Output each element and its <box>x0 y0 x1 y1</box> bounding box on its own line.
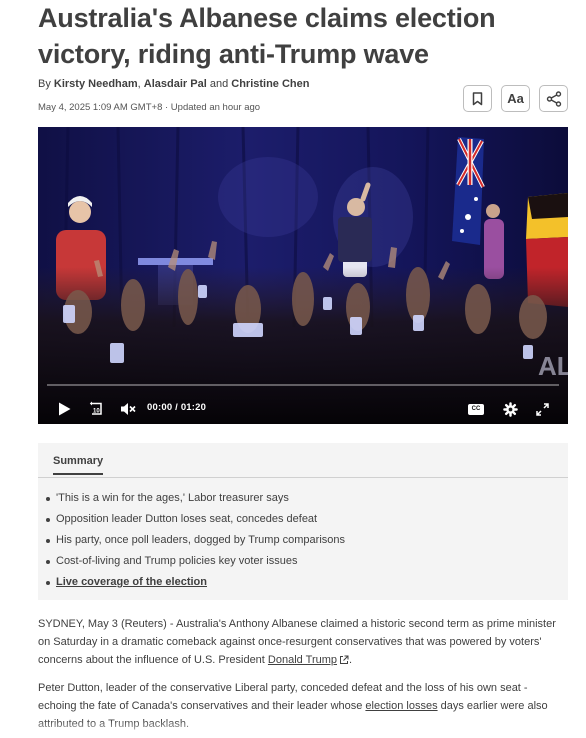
article-headline: Australia's Albanese claims election vic… <box>38 3 496 69</box>
bullet-icon <box>46 559 50 564</box>
summary-item-text: His party, once poll leaders, dogged by … <box>56 534 345 546</box>
video-progress-bar[interactable] <box>47 384 559 386</box>
replay-10-icon: 10 <box>89 401 102 415</box>
video-controls: 10 00:00 / 01:20 CC <box>38 397 568 421</box>
summary-item-text: Opposition leader Dutton loses seat, con… <box>56 513 318 525</box>
summary-divider <box>38 477 568 478</box>
scroll-fade <box>0 720 586 738</box>
video-timecode: 00:00 / 01:20 <box>147 402 207 413</box>
author-link-1[interactable]: Kirsty Needham <box>54 78 138 90</box>
article-paragraph-1: SYDNEY, May 3 (Reuters) - Australia's An… <box>38 615 568 669</box>
video-frame-image: ALE <box>38 127 568 424</box>
article-dateline: May 4, 2025 1:09 AM GMT+8 · Updated an h… <box>38 102 261 113</box>
bullet-icon <box>46 538 50 543</box>
captions-icon: CC <box>468 403 484 415</box>
mute-button[interactable] <box>120 401 136 417</box>
summary-list: 'This is a win for the ages,' Labor trea… <box>46 488 345 593</box>
summary-item-text: 'This is a win for the ages,' Labor trea… <box>56 492 289 504</box>
election-losses-link[interactable]: election losses <box>365 700 437 712</box>
bullet-icon <box>46 580 50 585</box>
author-link-2[interactable]: Alasdair Pal <box>144 78 207 90</box>
captions-button[interactable]: CC <box>467 403 485 415</box>
author-link-3[interactable]: Christine Chen <box>231 78 309 90</box>
article-tools: Aa <box>463 85 568 112</box>
settings-button[interactable] <box>501 400 519 418</box>
summary-item-text: Cost-of-living and Trump policies key vo… <box>56 555 298 567</box>
share-button[interactable] <box>539 85 568 112</box>
share-icon <box>546 90 561 107</box>
play-button[interactable] <box>56 401 72 417</box>
summary-item-live-coverage[interactable]: Live coverage of the election <box>46 572 345 593</box>
text-size-button[interactable]: Aa <box>501 85 530 112</box>
replay-10-button[interactable]: 10 <box>88 400 106 418</box>
bookmark-button[interactable] <box>463 85 492 112</box>
live-coverage-link[interactable]: Live coverage of the election <box>56 572 207 593</box>
svg-text:10: 10 <box>93 409 100 415</box>
byline-prefix: By <box>38 78 54 90</box>
mute-icon <box>121 403 136 415</box>
captions-label: CC <box>471 406 481 412</box>
byline-and: and <box>206 78 232 90</box>
external-link-icon <box>340 655 349 665</box>
byline: By Kirsty Needham, Alasdair Pal and Chri… <box>38 78 309 90</box>
summary-item: Opposition leader Dutton loses seat, con… <box>46 509 345 530</box>
fullscreen-icon <box>535 402 549 416</box>
summary-item: 'This is a win for the ages,' Labor trea… <box>46 488 345 509</box>
donald-trump-link[interactable]: Donald Trump <box>268 654 337 666</box>
summary-box: Summary 'This is a win for the ages,' La… <box>38 443 568 600</box>
play-icon <box>58 402 70 416</box>
video-player[interactable]: ALE 10 00:00 / 01:20 <box>38 127 568 424</box>
summary-item: His party, once poll leaders, dogged by … <box>46 530 345 551</box>
settings-icon <box>502 401 518 417</box>
paragraph-1-end: . <box>349 654 353 666</box>
bookmark-icon <box>472 91 483 105</box>
summary-tab[interactable]: Summary <box>53 455 104 475</box>
summary-item: Cost-of-living and Trump policies key vo… <box>46 551 345 572</box>
fullscreen-button[interactable] <box>534 401 550 417</box>
svg-text:ALE: ALE <box>538 351 568 381</box>
text-size-label: Aa <box>507 91 524 106</box>
bullet-icon <box>46 496 50 501</box>
bullet-icon <box>46 517 50 522</box>
